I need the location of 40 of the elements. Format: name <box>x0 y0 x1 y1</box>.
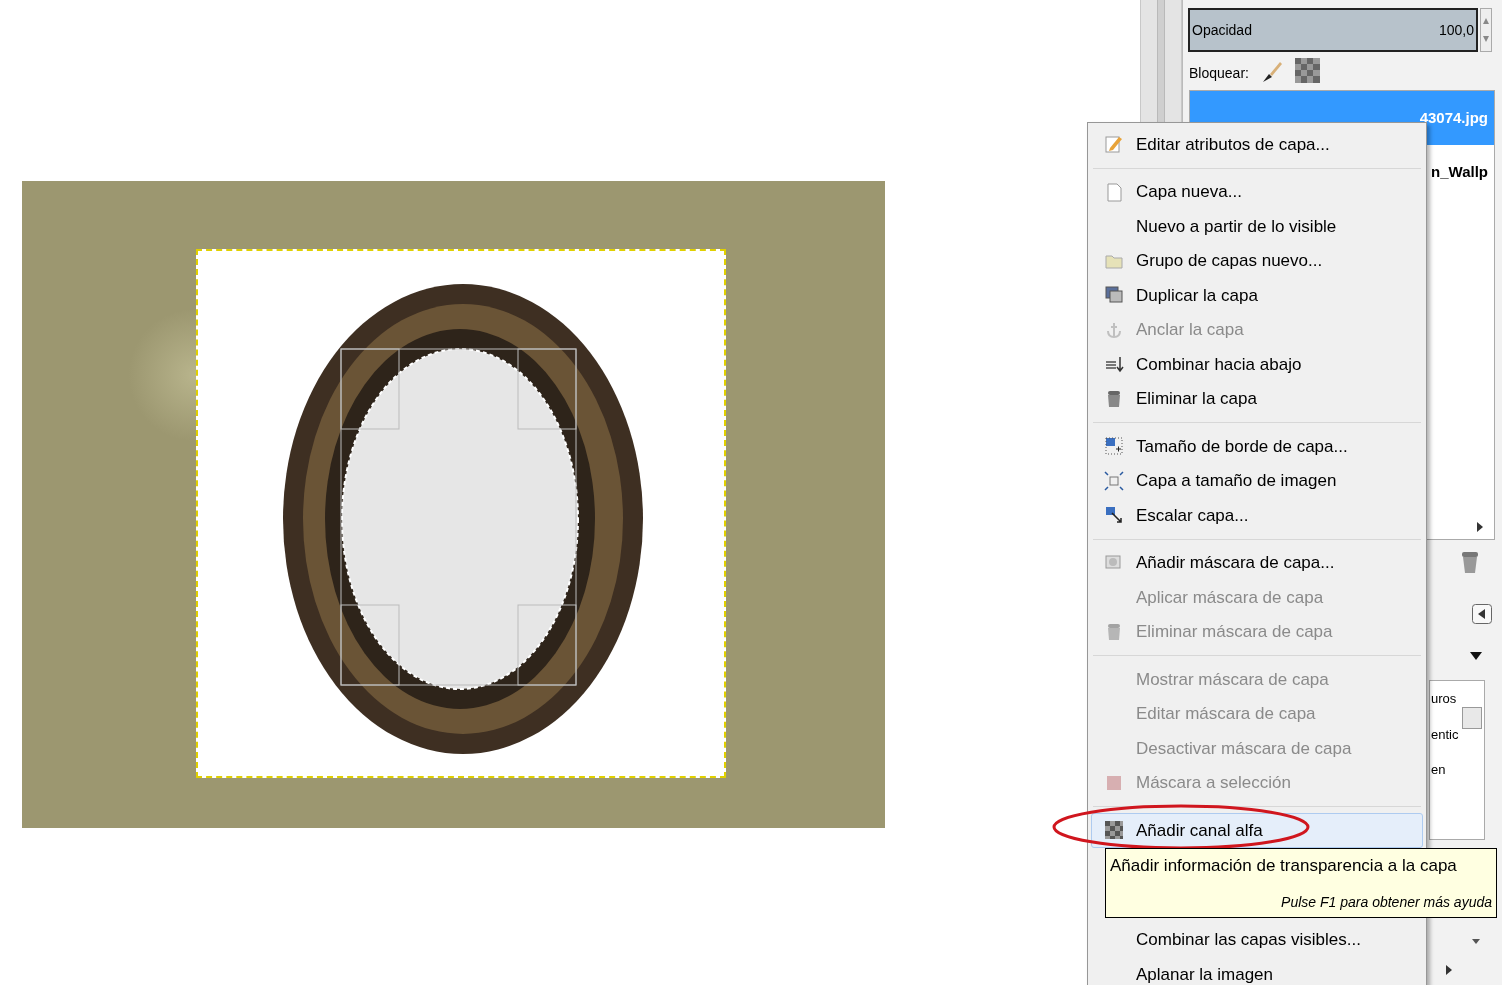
spin-arrows-icon[interactable] <box>1480 8 1492 52</box>
menu-item[interactable]: Añadir máscara de capa... <box>1091 545 1423 580</box>
menu-item[interactable]: Aplanar la imagen <box>1091 957 1423 985</box>
menu-item[interactable]: Duplicar la capa <box>1091 278 1423 313</box>
tooltip-text: Añadir información de transparencia a la capa <box>1110 855 1458 877</box>
duplicate-icon <box>1104 285 1124 306</box>
menu-item[interactable]: Escalar capa... <box>1091 498 1423 533</box>
pencil-icon <box>1104 134 1124 155</box>
scroll-right-icon[interactable] <box>1476 521 1484 533</box>
scale-icon <box>1104 505 1124 526</box>
menu-item[interactable]: Nuevo a partir de lo visible <box>1091 209 1423 244</box>
lock-label: Bloquear: <box>1189 64 1249 83</box>
menu-item[interactable]: Combinar hacia abajo <box>1091 347 1423 382</box>
brush-name: en <box>1430 761 1446 779</box>
panel-menu-icon[interactable] <box>1472 604 1492 624</box>
checker-icon[interactable] <box>1295 58 1320 83</box>
scroll-down-icon[interactable] <box>1471 938 1481 946</box>
paintbrush-icon[interactable] <box>1261 60 1283 84</box>
opacity-slider[interactable]: Opacidad 100,0 <box>1188 8 1478 52</box>
fit-size-icon <box>1104 470 1124 491</box>
border-size-icon <box>1104 436 1124 457</box>
scrollbar[interactable] <box>1462 707 1482 729</box>
tooltip-hint: Pulse F1 para obtener más ayuda <box>1281 893 1492 912</box>
menu-item[interactable]: Capa a tamaño de imagen <box>1091 463 1423 498</box>
page-icon <box>1104 181 1124 202</box>
menu-item[interactable]: Añadir canal alfa <box>1091 813 1423 848</box>
brush-name: entic <box>1430 725 1459 744</box>
menu-item[interactable]: Grupo de capas nuevo... <box>1091 243 1423 278</box>
menu-item[interactable]: Eliminar la capa <box>1091 381 1423 416</box>
opacity-value: 100,0 <box>1438 20 1474 40</box>
checker-icon <box>1104 820 1124 841</box>
opacity-label: Opacidad <box>1192 20 1252 40</box>
dropdown-arrow-icon[interactable] <box>1469 651 1483 661</box>
menu-item[interactable]: Capa nueva... <box>1091 174 1423 209</box>
merge-down-icon <box>1104 354 1124 375</box>
brush-name: uros <box>1430 690 1457 708</box>
scroll-right-icon[interactable] <box>1445 964 1453 976</box>
menu-item[interactable]: Tamaño de borde de capa... <box>1091 429 1423 464</box>
trash-icon[interactable] <box>1460 550 1480 574</box>
menu-item[interactable]: Combinar las capas visibles... <box>1091 922 1423 957</box>
